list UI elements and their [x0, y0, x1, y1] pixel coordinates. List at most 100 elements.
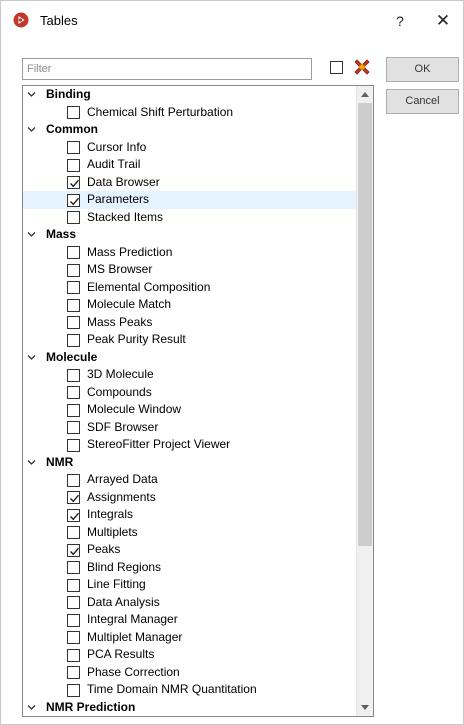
- item-checkbox[interactable]: [67, 666, 80, 679]
- tree-item[interactable]: Mass Prediction: [23, 244, 357, 262]
- chevron-down-icon[interactable]: [26, 349, 38, 367]
- scroll-thumb[interactable]: [358, 103, 372, 546]
- tree-group[interactable]: Binding: [23, 86, 357, 104]
- tree-item[interactable]: Chemical Shift Perturbation: [23, 104, 357, 122]
- item-checkbox[interactable]: [67, 141, 80, 154]
- tree-item[interactable]: MS Browser: [23, 261, 357, 279]
- filter-input[interactable]: [22, 58, 312, 80]
- tree-item-label: Multiplets: [87, 524, 138, 539]
- tree-item[interactable]: Cursor Info: [23, 139, 357, 157]
- tree-group-label: Binding: [46, 87, 91, 101]
- tree-item[interactable]: Data Browser: [23, 174, 357, 192]
- tree-item[interactable]: Multiplets: [23, 524, 357, 542]
- item-checkbox[interactable]: [67, 648, 80, 662]
- item-checkbox[interactable]: [67, 473, 80, 487]
- ok-button[interactable]: OK: [386, 57, 459, 82]
- item-checkbox[interactable]: [67, 368, 80, 382]
- item-checkbox[interactable]: [67, 158, 80, 172]
- item-checkbox[interactable]: [67, 631, 80, 644]
- tree-item-label: Line Fitting: [87, 577, 146, 591]
- chevron-down-icon[interactable]: [26, 226, 38, 244]
- item-checkbox[interactable]: [67, 403, 80, 417]
- tree-item-label: Arrayed Data: [87, 472, 158, 486]
- scroll-down-arrow-icon: [361, 705, 369, 710]
- tree-item[interactable]: Compounds: [23, 384, 357, 402]
- item-checkbox[interactable]: [67, 596, 80, 609]
- tree-item[interactable]: Stacked Items: [23, 209, 357, 227]
- close-button[interactable]: ✕: [428, 7, 458, 35]
- chevron-down-icon[interactable]: [26, 121, 38, 139]
- item-checkbox[interactable]: [67, 281, 80, 294]
- item-checkbox[interactable]: [67, 421, 80, 434]
- tree-item[interactable]: Peaks: [23, 541, 357, 559]
- tree-item-label: Chemical Shift Perturbation: [87, 104, 234, 119]
- tree-item[interactable]: SDF Browser: [23, 419, 357, 437]
- tree-group-label: Common: [46, 122, 98, 136]
- tree-item[interactable]: Peak Purity Result: [23, 331, 357, 349]
- item-checkbox[interactable]: [67, 106, 80, 119]
- chevron-down-icon[interactable]: [26, 454, 38, 472]
- tree-item[interactable]: Elemental Composition: [23, 279, 357, 297]
- tree-item[interactable]: Blind Regions: [23, 559, 357, 577]
- deselect-all-icon[interactable]: [352, 57, 372, 77]
- item-checkbox[interactable]: [67, 298, 80, 312]
- item-checkbox[interactable]: [67, 561, 80, 574]
- tree-item[interactable]: Data Analysis: [23, 594, 357, 612]
- vertical-scrollbar[interactable]: [356, 86, 373, 716]
- tree-item[interactable]: Audit Trail: [23, 156, 357, 174]
- item-checkbox[interactable]: [67, 526, 80, 539]
- tree-item-label: Cursor Info: [87, 139, 147, 154]
- tree-item[interactable]: Phase Correction: [23, 664, 357, 682]
- tree-group[interactable]: Common: [23, 121, 357, 139]
- item-checkbox[interactable]: [67, 491, 80, 504]
- tree-item[interactable]: 3D Molecule: [23, 366, 357, 384]
- item-checkbox[interactable]: [67, 613, 80, 627]
- tree-item-label: Peak Purity Result: [87, 332, 186, 346]
- item-checkbox[interactable]: [67, 316, 80, 329]
- tree-group-label: Molecule: [46, 349, 98, 364]
- tree-item[interactable]: Assignments: [23, 489, 357, 507]
- tree-item[interactable]: Arrayed Data: [23, 471, 357, 489]
- tree-group[interactable]: NMR: [23, 454, 357, 472]
- tree-group-label: NMR Prediction: [46, 699, 136, 714]
- tree-item[interactable]: PCA Results: [23, 646, 357, 664]
- cancel-button[interactable]: Cancel: [386, 89, 459, 114]
- scroll-down-button[interactable]: [357, 699, 373, 716]
- item-checkbox[interactable]: [67, 508, 80, 522]
- tree-item[interactable]: Time Domain NMR Quantitation: [23, 681, 357, 699]
- item-checkbox[interactable]: [67, 211, 80, 224]
- scroll-up-button[interactable]: [357, 86, 373, 103]
- app-logo-icon: [13, 12, 29, 28]
- item-checkbox[interactable]: [67, 386, 80, 399]
- chevron-down-icon[interactable]: [26, 699, 38, 717]
- item-checkbox[interactable]: [67, 543, 80, 557]
- window-title: Tables: [40, 13, 78, 28]
- select-all-checkbox[interactable]: [330, 61, 343, 74]
- item-checkbox[interactable]: [67, 193, 80, 207]
- tree-item[interactable]: Parameters: [23, 191, 357, 209]
- item-checkbox[interactable]: [67, 263, 80, 277]
- tree-item[interactable]: Multiplet Manager: [23, 629, 357, 647]
- tree-item[interactable]: StereoFitter Project Viewer: [23, 436, 357, 454]
- item-checkbox[interactable]: [67, 246, 80, 259]
- tree-item[interactable]: Molecule Match: [23, 296, 357, 314]
- item-checkbox[interactable]: [67, 683, 80, 697]
- tree-item-label: Integrals: [87, 507, 134, 521]
- tree-item[interactable]: Line Fitting: [23, 576, 357, 594]
- tree-item[interactable]: Integrals: [23, 506, 357, 524]
- scroll-up-arrow-icon: [361, 92, 369, 97]
- item-checkbox[interactable]: [67, 333, 80, 347]
- item-checkbox[interactable]: [67, 438, 80, 452]
- help-button[interactable]: ?: [387, 7, 413, 35]
- item-checkbox[interactable]: [67, 578, 80, 592]
- tree-item[interactable]: Integral Manager: [23, 611, 357, 629]
- item-checkbox[interactable]: [67, 176, 80, 189]
- tree-group[interactable]: Molecule: [23, 349, 357, 367]
- tree-item[interactable]: Molecule Window: [23, 401, 357, 419]
- tree-item-label: Stacked Items: [87, 209, 164, 224]
- chevron-down-icon[interactable]: [26, 86, 38, 104]
- tree-group[interactable]: Mass: [23, 226, 357, 244]
- tree-item[interactable]: Mass Peaks: [23, 314, 357, 332]
- tree-item-label: Parameters: [87, 192, 150, 206]
- tree-group[interactable]: NMR Prediction: [23, 699, 357, 717]
